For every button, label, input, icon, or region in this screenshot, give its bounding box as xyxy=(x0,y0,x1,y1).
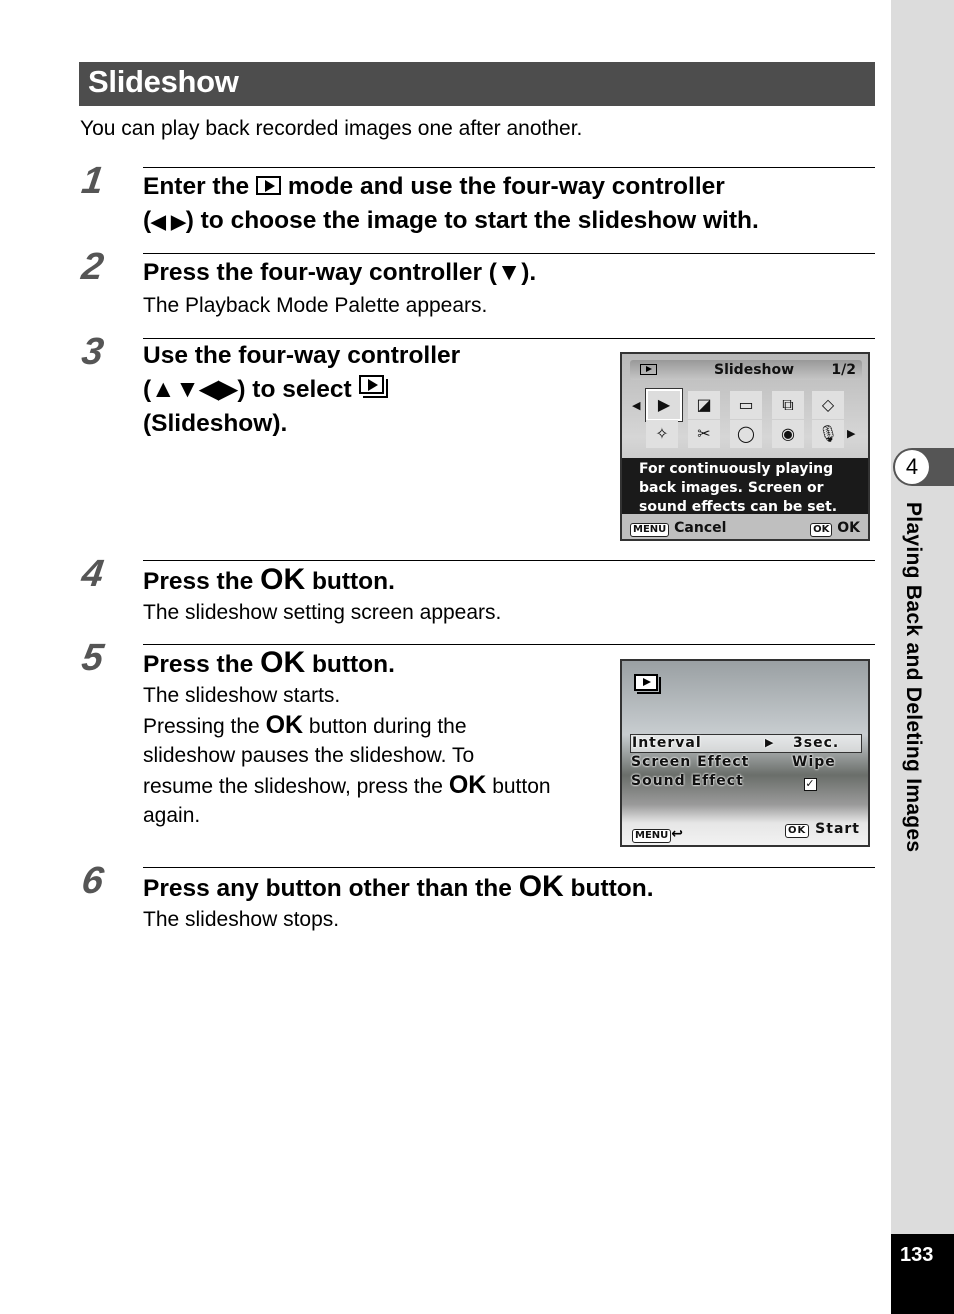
step-number: 4 xyxy=(79,553,107,595)
red-eye-icon[interactable]: ◉ xyxy=(772,420,804,448)
page-number-box: 133 xyxy=(891,1234,954,1314)
start-button[interactable]: OK Start xyxy=(785,821,860,838)
ok-button-symbol: OK xyxy=(260,563,306,596)
right-arrow-icon: ▶ xyxy=(847,427,856,440)
step-4-title: Press the OK button. xyxy=(143,563,395,596)
divider xyxy=(143,167,875,168)
palette-page: 1/2 xyxy=(831,362,856,378)
slideshow-icon[interactable]: ▶ xyxy=(645,388,683,422)
digital-filter-icon[interactable]: ✧ xyxy=(646,420,678,448)
divider xyxy=(143,560,875,561)
page-number: 133 xyxy=(900,1244,934,1266)
right-caret-icon: ▶ xyxy=(765,736,775,749)
chapter-title: Playing Back and Deleting Images xyxy=(902,502,925,853)
step-number: 5 xyxy=(79,637,107,679)
slideshow-icon xyxy=(358,375,389,399)
setting-row-sound-effect[interactable]: Sound Effect ✓ xyxy=(630,773,862,792)
frame-composite-icon[interactable]: ✂ xyxy=(688,420,720,448)
menu-key-icon: MENU xyxy=(632,829,672,843)
ok-button[interactable]: OK OK xyxy=(810,520,860,537)
left-right-arrows-icon: ◀ ▶ xyxy=(151,212,186,233)
palette-description: For continuously playing back images. Sc… xyxy=(622,458,868,515)
step-number: 2 xyxy=(79,246,107,288)
slideshow-icon xyxy=(634,674,658,691)
back-button[interactable]: MENU ↩ xyxy=(632,823,683,843)
ok-button-symbol: OK xyxy=(265,710,304,739)
ok-button-symbol: OK xyxy=(518,870,564,903)
step-2-title: Press the four-way controller (▼). xyxy=(143,259,537,286)
left-arrow-icon: ◀ xyxy=(632,399,641,412)
step-6-body: The slideshow stops. xyxy=(143,908,340,931)
section-title: Slideshow xyxy=(88,64,239,99)
cropping-icon[interactable]: ▭ xyxy=(730,391,762,419)
step-2-body: The Playback Mode Palette appears. xyxy=(143,294,488,317)
rotate-icon[interactable]: ◇ xyxy=(812,391,844,419)
slideshow-settings-screen: Interval ▶ 3sec. Screen Effect Wipe Soun… xyxy=(620,659,870,847)
ok-button-symbol: OK xyxy=(260,646,306,679)
voice-memo-icon[interactable]: 🎙 xyxy=(812,420,844,448)
step-5-body: The slideshow starts. Pressing the OK bu… xyxy=(143,684,551,827)
playback-icon xyxy=(640,364,657,375)
palette-footer: MENU Cancel OK OK xyxy=(622,514,868,539)
section-title-bar: Slideshow xyxy=(79,62,875,106)
setting-row-interval[interactable]: Interval ▶ 3sec. xyxy=(630,734,862,753)
divider xyxy=(143,867,875,868)
divider xyxy=(143,253,875,254)
ok-key-icon: OK xyxy=(810,523,833,537)
chapter-number: 4 xyxy=(895,450,929,484)
step-5-title: Press the OK button. xyxy=(143,646,395,679)
image-copy-icon[interactable]: ⧉ xyxy=(772,391,804,419)
ok-button-symbol: OK xyxy=(448,770,487,799)
step-number: 3 xyxy=(79,331,107,373)
step-number: 6 xyxy=(79,860,107,902)
menu-key-icon: MENU xyxy=(630,523,670,537)
step-number: 1 xyxy=(79,160,107,202)
playback-palette-screen: Slideshow 1/2 ◀ ▶ ▶ ◪ ▭ ⧉ ◇ ✧ ✂ ◯ ◉ 🎙 Fo… xyxy=(620,352,870,541)
palette-title: Slideshow xyxy=(714,362,795,378)
frame-icon[interactable]: ◯ xyxy=(730,420,762,448)
step-3-title: Use the four-way controller (▲▼◀▶) to se… xyxy=(143,342,461,437)
checkbox-checked-icon[interactable]: ✓ xyxy=(804,778,817,791)
intro-text: You can play back recorded images one af… xyxy=(80,117,583,140)
palette-header: Slideshow 1/2 xyxy=(630,360,862,380)
playback-icon xyxy=(256,176,281,195)
resize-icon[interactable]: ◪ xyxy=(688,391,720,419)
divider xyxy=(143,644,875,645)
cancel-button[interactable]: MENU Cancel xyxy=(630,520,726,537)
ok-key-icon: OK xyxy=(785,824,810,838)
return-arrow-icon: ↩ xyxy=(671,826,684,842)
step-1-title: Enter the mode and use the four-way cont… xyxy=(143,170,759,240)
step-6-title: Press any button other than the OK butto… xyxy=(143,870,654,903)
step-4-body: The slideshow setting screen appears. xyxy=(143,601,502,624)
setting-row-screen-effect[interactable]: Screen Effect Wipe xyxy=(630,754,862,773)
